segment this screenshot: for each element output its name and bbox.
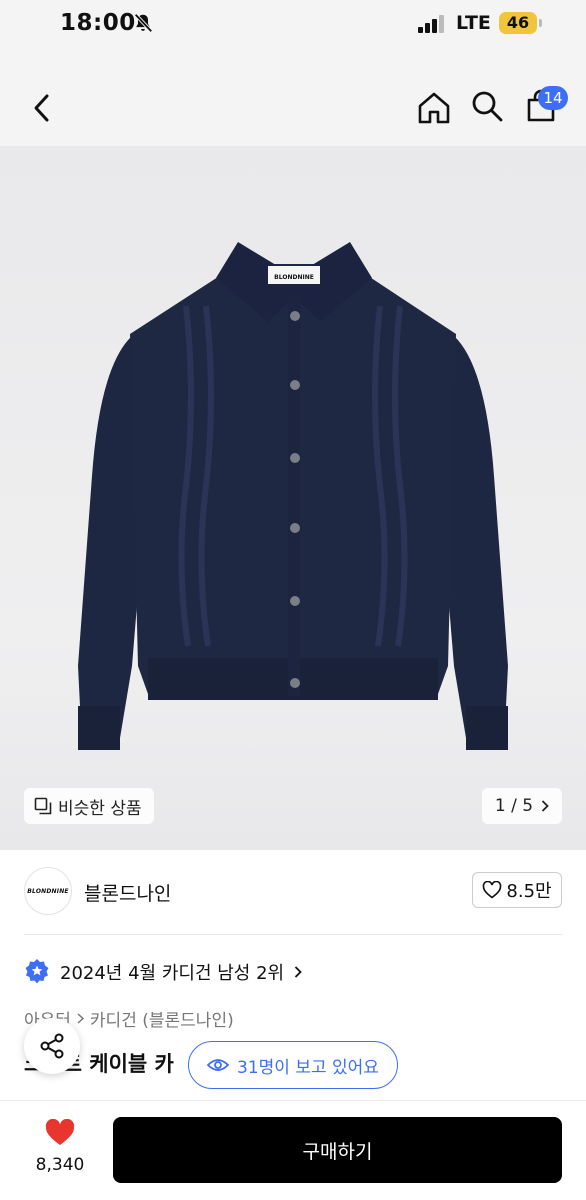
brand-logo-text: BLONDNINE [27,887,69,895]
status-time: 18:00 [60,10,136,36]
battery-tip [539,19,542,27]
silent-bell-icon [134,13,153,33]
image-pager-text: 1 / 5 [494,796,534,816]
cart-count-badge: 14 [538,86,568,110]
chevron-right-icon [294,966,302,978]
brand-like-count: 8.5만 [506,881,552,902]
battery-level: 46 [499,12,537,34]
buy-button[interactable]: 구매하기 [113,1117,562,1183]
chevron-right-icon [77,1013,84,1024]
brand-row[interactable]: BLONDNINE 블론드나인 8.5만 [0,850,586,936]
signal-icon [418,15,444,33]
top-nav [0,48,586,146]
eye-icon [207,1059,230,1071]
chevron-left-icon [34,94,49,122]
brand-logo[interactable]: BLONDNINE [24,867,72,915]
home-icon [418,92,450,124]
brand-like-button[interactable]: 8.5만 [472,872,562,908]
share-icon [40,1033,64,1059]
status-bar: 18:00 LTE 46 [0,0,586,48]
product-image-carousel[interactable]: BLONDNINE 비슷한 상품 1 / 5 [0,146,586,850]
brand-name[interactable]: 블론드나인 [84,879,171,906]
home-button[interactable] [414,88,454,128]
similar-products-label: 비슷한 상품 [58,798,142,819]
product-photo: BLONDNINE [78,242,508,750]
ranking-badge-icon [25,959,49,984]
back-button[interactable] [22,88,62,128]
heart-filled-icon [45,1118,75,1145]
viewers-indicator: 31명이 보고 있어요 [188,1041,398,1089]
network-type: LTE [456,12,491,34]
search-icon [472,91,503,122]
chevron-right-icon [541,800,549,812]
viewers-text: 31명이 보고 있어요 [237,1057,379,1078]
section-divider [24,934,562,935]
search-button[interactable] [467,86,507,126]
garment-label-text: BLONDNINE [274,274,314,281]
ranking-text: 2024년 4월 카디건 남성 2위 [60,963,285,984]
wishlist-button[interactable]: 8,340 [24,1118,96,1175]
image-pager[interactable]: 1 / 5 [482,788,562,824]
copy-icon [34,797,52,815]
category-child-link[interactable]: 카디건 (블론드나인) [90,1006,234,1031]
heart-outline-icon [483,881,502,899]
similar-products-button[interactable]: 비슷한 상품 [24,788,154,824]
share-button[interactable] [24,1018,80,1074]
wishlist-count: 8,340 [35,1155,85,1175]
ranking-link[interactable]: 2024년 4월 카디건 남성 2위 [24,958,302,986]
buy-button-label: 구매하기 [302,1140,373,1163]
bottom-action-bar: 8,340 구매하기 [0,1100,586,1200]
